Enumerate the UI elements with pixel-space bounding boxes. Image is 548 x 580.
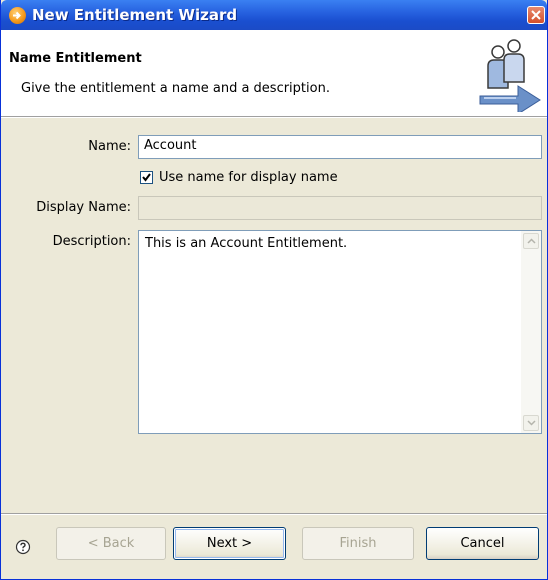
close-button[interactable] — [527, 6, 545, 24]
use-name-checkbox-label: Use name for display name — [159, 170, 338, 185]
description-label: Description: — [52, 234, 131, 249]
page-description: Give the entitlement a name and a descri… — [21, 81, 330, 96]
wizard-dialog: New Entitlement Wizard Name Entitlement … — [0, 0, 548, 580]
window-title: New Entitlement Wizard — [32, 6, 238, 24]
close-icon — [531, 10, 541, 20]
wizard-app-icon — [9, 7, 26, 24]
back-button[interactable]: < Back — [56, 527, 166, 560]
description-text: This is an Account Entitlement. — [145, 236, 348, 251]
users-entitlement-icon — [474, 36, 546, 116]
display-name-label: Display Name: — [36, 200, 131, 215]
use-name-checkbox[interactable] — [140, 171, 153, 184]
cancel-button[interactable]: Cancel — [426, 527, 539, 560]
chevron-down-icon — [527, 420, 536, 426]
description-textarea[interactable]: This is an Account Entitlement. — [138, 230, 542, 434]
wizard-header: Name Entitlement Give the entitlement a … — [1, 30, 547, 117]
chevron-up-icon — [527, 238, 536, 244]
help-icon — [15, 539, 31, 555]
scroll-up-button[interactable] — [523, 233, 539, 249]
description-scrollbar[interactable] — [521, 231, 541, 433]
scroll-down-button[interactable] — [523, 415, 539, 431]
page-title: Name Entitlement — [9, 51, 142, 66]
header-divider — [1, 117, 547, 118]
name-input[interactable]: Account — [138, 135, 542, 159]
check-icon — [142, 173, 151, 182]
name-label: Name: — [88, 139, 131, 154]
help-button[interactable] — [15, 539, 31, 555]
next-button[interactable]: Next > — [173, 527, 286, 560]
finish-button[interactable]: Finish — [302, 527, 414, 560]
title-bar[interactable]: New Entitlement Wizard — [1, 0, 547, 30]
display-name-input[interactable] — [138, 196, 542, 220]
footer-divider-highlight — [1, 514, 547, 515]
